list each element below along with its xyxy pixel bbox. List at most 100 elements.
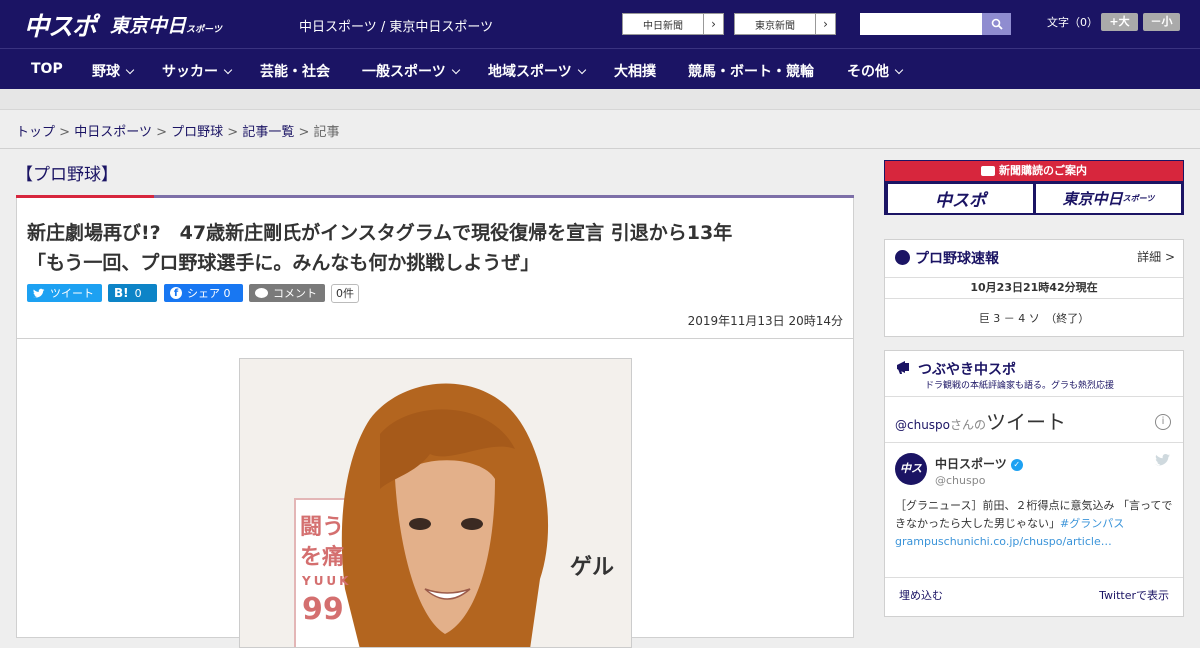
timeline-user-link[interactable]: @chuspo: [895, 418, 950, 432]
tweet-author-name[interactable]: 中日スポーツ ✓: [935, 455, 1023, 472]
nav-label: その他: [847, 64, 889, 80]
timeline-header-suffix: さんの: [950, 418, 987, 432]
tokyo-sub-logo-main: 東京中日: [1062, 190, 1123, 208]
tweet-widget: つぶやき中スポ ドラ観戦の本紙評論家も語る。グラも熱烈応援 @chuspoさんの…: [884, 350, 1184, 617]
top-header: 中スポ 東京中日スポーツ 中日スポーツ / 東京中日スポーツ 中日新聞 › 東京…: [0, 0, 1200, 48]
tokyo-subscription-logo[interactable]: 東京中日 スポーツ: [1036, 184, 1181, 213]
nav-entertainment[interactable]: 芸能・社会: [260, 61, 330, 81]
facebook-share-label: シェア 0: [187, 287, 231, 300]
nav-label: 野球: [92, 64, 120, 80]
tweet-link[interactable]: grampuschunichi.co.jp/chuspo/article…: [895, 535, 1112, 548]
photo-sign-text-1: 闘う: [300, 515, 345, 540]
divider: [885, 442, 1183, 443]
search-input[interactable]: [860, 13, 982, 35]
tokyo-logo-main: 東京中日: [110, 15, 187, 37]
article-photo: 闘う を痛 YUUK 99 ゲル: [239, 358, 632, 648]
tokyo-shimbun-label: 東京新聞: [755, 20, 795, 32]
score-result[interactable]: 巨 3 － 4 ソ （終了）: [885, 310, 1183, 326]
tokyo-shimbun-link[interactable]: 東京新聞 ›: [734, 13, 836, 35]
verified-icon: ✓: [1010, 458, 1023, 471]
hatena-bookmark-button[interactable]: B! 0: [108, 284, 157, 302]
breadcrumb-top[interactable]: トップ: [16, 125, 55, 140]
nav-label: TOP: [31, 61, 63, 77]
breadcrumb-current: 記事: [313, 125, 340, 140]
font-size-down-button[interactable]: －小: [1143, 13, 1180, 31]
nav-label: 芸能・社会: [260, 64, 330, 80]
megaphone-icon: [897, 361, 909, 374]
nav-top[interactable]: TOP: [31, 61, 63, 77]
embed-link[interactable]: 埋め込む: [899, 587, 943, 603]
twitter-bird-icon: [33, 288, 45, 298]
view-on-twitter-link[interactable]: Twitterで表示: [1099, 587, 1169, 603]
breadcrumb-sep: >: [227, 125, 239, 140]
tweet-author-handle[interactable]: @chuspo: [935, 474, 985, 487]
divider: [885, 577, 1183, 578]
tokyo-sub-logo-sub: スポーツ: [1122, 194, 1155, 203]
chevron-down-icon: [125, 65, 135, 75]
tokyo-logo-sub: スポーツ: [186, 25, 222, 35]
facebook-share-button[interactable]: f シェア 0: [164, 284, 243, 302]
comment-label: コメント: [273, 287, 317, 300]
tweet-body: ［グラニュース］前田、２桁得点に意気込み 「言ってできなかったら大した男じゃない…: [895, 499, 1173, 530]
breadcrumb-chunichi-sports[interactable]: 中日スポーツ: [74, 125, 152, 140]
subscription-banner-label: 新聞購読のご案内: [999, 164, 1087, 177]
search-icon: [991, 18, 1003, 30]
breadcrumb-sep: >: [156, 125, 167, 140]
nav-soccer[interactable]: サッカー: [162, 61, 233, 81]
nav-label: 一般スポーツ: [362, 64, 446, 80]
breadcrumb-article-list[interactable]: 記事一覧: [242, 125, 294, 140]
divider: [885, 396, 1183, 397]
baseball-icon: [895, 250, 910, 265]
chuspo-subscription-logo[interactable]: 中スポ: [888, 184, 1033, 213]
chevron-down-icon: [577, 65, 586, 75]
score-widget-title: プロ野球速報: [915, 251, 999, 267]
breadcrumb-sep: >: [298, 125, 310, 140]
breadcrumb-pro-baseball[interactable]: プロ野球: [171, 125, 223, 140]
category-title: 【プロ野球】: [16, 165, 118, 185]
nav-sumo[interactable]: 大相撲: [614, 61, 656, 81]
nav-label: 大相撲: [614, 64, 656, 80]
tweet-timeline-header: @chuspoさんのツイート: [895, 406, 1066, 435]
font-size-label: 文字（0）: [1047, 16, 1098, 29]
nav-baseball[interactable]: 野球: [92, 61, 135, 81]
nav-label: 地域スポーツ: [488, 64, 572, 80]
chevron-down-icon: [894, 65, 904, 75]
font-size-up-button[interactable]: +大: [1101, 13, 1138, 31]
chevron-down-icon: [223, 65, 233, 75]
headline-line-2: 「もう一回、プロ野球選手に。みんなも何か挑戦しようぜ」: [27, 252, 540, 274]
nav-local-sports[interactable]: 地域スポーツ: [488, 61, 586, 81]
info-icon[interactable]: i: [1155, 414, 1171, 430]
hatena-b-icon: B!: [114, 286, 129, 300]
avatar[interactable]: 中スポ: [895, 453, 927, 507]
site-title: 中日スポーツ / 東京中日スポーツ: [299, 20, 494, 35]
article-headline: 新庄劇場再び!? 47歳新庄剛氏がインスタグラムで現役復帰を宣言 引退から13年…: [27, 218, 847, 278]
article-photo-image: [240, 359, 631, 647]
hatena-count: 0: [134, 286, 142, 300]
chunichi-shimbun-label: 中日新聞: [643, 20, 683, 32]
photo-sign-text-3: YUUK: [302, 574, 352, 588]
pro-baseball-score-widget: プロ野球速報 詳細 > 10月23日21時42分現在 巨 3 － 4 ソ （終了…: [884, 239, 1184, 337]
search-button[interactable]: [982, 13, 1011, 35]
photo-sign-text-5: ゲル: [570, 555, 615, 580]
comment-button[interactable]: コメント: [249, 284, 325, 302]
timeline-header-title: ツイート: [986, 410, 1067, 434]
tweet-share-button[interactable]: ツイート: [27, 284, 102, 302]
score-timestamp: 10月23日21時42分現在: [885, 277, 1183, 299]
tokyo-chunichi-logo[interactable]: 東京中日スポーツ: [110, 11, 222, 38]
comment-count: 0件: [331, 284, 359, 303]
score-detail-link[interactable]: 詳細 >: [1137, 248, 1175, 265]
breadcrumb-sep: >: [59, 125, 71, 140]
chuspo-logo[interactable]: 中スポ: [24, 7, 97, 43]
tweet-share-label: ツイート: [50, 287, 94, 300]
chunichi-shimbun-link[interactable]: 中日新聞 ›: [622, 13, 724, 35]
nav-other[interactable]: その他: [847, 61, 904, 81]
twitter-bird-icon[interactable]: [1155, 453, 1171, 466]
speech-bubble-icon: [255, 288, 268, 298]
tweet-hashtag[interactable]: #グランパス: [1060, 517, 1124, 530]
nav-label: 競馬・ボート・競輪: [688, 64, 814, 80]
nav-racing[interactable]: 競馬・ボート・競輪: [688, 61, 814, 81]
subscription-banner[interactable]: 新聞購読のご案内 中スポ 東京中日 スポーツ: [884, 160, 1184, 215]
chevron-down-icon: [451, 65, 460, 75]
nav-general-sports[interactable]: 一般スポーツ: [362, 61, 460, 81]
tweet-text: ［グラニュース］前田、２桁得点に意気込み 「言ってできなかったら大した男じゃない…: [895, 497, 1175, 551]
